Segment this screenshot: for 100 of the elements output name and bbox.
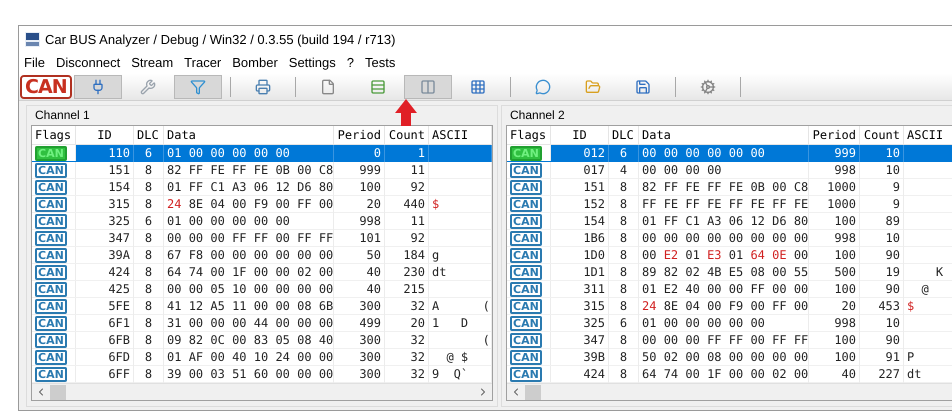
can-flag-badge: CAN (510, 214, 542, 228)
menu-item[interactable]: Bomber (232, 54, 278, 72)
can-flag-badge: CAN (35, 264, 67, 280)
table-row[interactable]: CAN 017 4 00 00 00 00 998 10 (507, 162, 952, 179)
table-row[interactable]: CAN 5FE 8 41 12 A5 11 00 00 08 6B 300 32 A ( (32, 298, 492, 315)
columns-icon (420, 78, 436, 94)
scrollbar-thumb[interactable] (50, 384, 66, 400)
table-row[interactable]: CAN 347 8 00 00 00 FF FF 00 FF FF 101 92 (32, 230, 492, 247)
scrollbar-thumb[interactable] (525, 384, 541, 400)
can-flag-badge: CAN (510, 248, 542, 262)
table-row[interactable]: CAN 6F1 8 31 00 00 00 44 00 00 00 499 20 1 D (32, 315, 492, 332)
can-flag-badge: CAN (35, 316, 67, 330)
gears-icon (700, 78, 716, 94)
filter-icon (190, 78, 206, 94)
group-title: Channel 1 (35, 108, 90, 123)
can-flag-badge: CAN (35, 366, 67, 382)
can-flag-badge: CAN (35, 298, 67, 314)
can-flag-badge: CAN (510, 350, 542, 364)
table-row[interactable]: CAN 154 8 01 FF C1 A3 06 12 D6 80 100 89 (507, 213, 952, 230)
can-flag-badge: CAN (35, 248, 67, 262)
menu-item[interactable]: Tests (365, 54, 396, 72)
menu-item[interactable]: File (24, 54, 45, 72)
column-header[interactable]: DLC (134, 126, 164, 144)
horizontal-scrollbar[interactable] (507, 383, 952, 400)
printer-icon (254, 78, 271, 94)
table-row[interactable]: CAN 6FB 8 09 82 0C 00 83 05 08 40 300 32 ( (32, 332, 492, 349)
folder-icon (584, 78, 601, 94)
column-header[interactable]: DLC (609, 126, 639, 144)
column-header[interactable]: ASCII (429, 126, 492, 144)
table-row[interactable]: CAN 325 6 01 00 00 00 00 00 998 11 (32, 213, 492, 230)
can-flag-badge: CAN (510, 230, 542, 246)
grid-icon (470, 78, 486, 94)
can-flag-badge: CAN (35, 230, 67, 246)
can-flag-badge: CAN (510, 298, 542, 314)
column-header[interactable]: Data (639, 126, 809, 144)
can-flag-badge: CAN (510, 196, 542, 212)
can-logo[interactable]: CAN (20, 74, 72, 98)
list-icon (370, 78, 386, 94)
can-flag-badge: CAN (35, 282, 67, 296)
table-row[interactable]: CAN 325 6 01 00 00 00 00 00 998 10 (507, 315, 952, 332)
toolbar-button[interactable] (174, 74, 222, 98)
table-row[interactable]: CAN 311 8 01 E2 40 00 00 FF 00 00 100 90 @ (507, 281, 952, 298)
column-header[interactable]: Data (164, 126, 334, 144)
column-header[interactable]: Flags (32, 126, 76, 144)
annotation-arrow (395, 99, 417, 126)
can-flag-badge: CAN (35, 196, 67, 212)
column-header[interactable]: Period (809, 126, 860, 144)
can-flag-badge: CAN (510, 332, 542, 348)
window-title: Car BUS Analyzer / Debug / Win32 / 0.3.55 (build 194 / r713) (45, 30, 396, 49)
column-header[interactable]: Period (334, 126, 385, 144)
can-flag-badge: CAN (35, 146, 67, 160)
can-flag-badge: CAN (35, 162, 67, 178)
can-flag-badge: CAN (510, 146, 542, 160)
can-flag-badge: CAN (35, 350, 67, 364)
can-flag-badge: CAN (510, 282, 542, 296)
horizontal-scrollbar[interactable] (32, 383, 492, 400)
table-row[interactable]: CAN 425 8 00 00 05 10 00 00 00 00 40 215 (32, 281, 492, 298)
toolbar-button[interactable] (74, 74, 122, 98)
table-row[interactable]: CAN 347 8 00 00 00 FF FF 00 FF FF 100 90 (507, 332, 952, 349)
save-icon (634, 78, 651, 94)
document-icon (320, 78, 336, 94)
table-row[interactable]: CAN 151 8 82 FF FE FF FE 0B 00 C8 999 11 (32, 162, 492, 179)
table-row[interactable]: CAN 1D0 8 00 E2 01 E3 01 64 0E 00 100 90 (507, 247, 952, 264)
table-row[interactable]: CAN 110 6 01 00 00 00 00 00 0 1 (32, 145, 492, 162)
table-row[interactable]: CAN 151 8 82 FF FE FF FE 0B 00 C8 1000 9 (507, 179, 952, 196)
table-row[interactable]: CAN 39B 8 50 02 00 08 00 00 00 00 100 91 P (507, 349, 952, 366)
menu-item[interactable]: Stream (131, 54, 174, 72)
table-row[interactable]: CAN 1D1 8 89 82 02 4B E5 08 00 55 500 19 K (507, 264, 952, 281)
menu-item[interactable]: Tracer (184, 54, 222, 72)
table-row[interactable]: CAN 39A 8 67 F8 00 00 00 00 00 00 50 184 g (32, 247, 492, 264)
table-row[interactable]: CAN 1B6 8 00 00 00 00 00 00 00 00 998 10 (507, 230, 952, 247)
table-row[interactable]: CAN 6FF 8 39 00 03 51 60 00 00 00 300 32 9 Q` (32, 366, 492, 383)
table-row[interactable]: CAN 012 6 00 00 00 00 00 00 999 10 (507, 145, 952, 162)
table-row[interactable]: CAN 315 8 24 8E 04 00 F9 00 FF 00 20 440 $ (32, 196, 492, 213)
group-title: Channel 2 (510, 108, 565, 123)
can-flag-badge: CAN (510, 162, 542, 178)
table-row[interactable]: CAN 6FD 8 01 AF 00 40 10 24 00 00 300 32 @ $ (32, 349, 492, 366)
toolbar-button[interactable] (404, 74, 452, 98)
column-header[interactable]: Flags (507, 126, 551, 144)
column-header[interactable]: ID (76, 126, 134, 144)
column-header[interactable]: ID (551, 126, 609, 144)
table-row[interactable]: CAN 424 8 64 74 00 1F 00 00 02 00 40 227 dt (507, 366, 952, 383)
table-row[interactable]: CAN 424 8 64 74 00 1F 00 00 02 00 40 230 dt (32, 264, 492, 281)
column-header[interactable]: ASCII (904, 126, 952, 144)
app-icon (25, 32, 40, 47)
column-header[interactable]: Count (860, 126, 904, 144)
wrench-icon (140, 78, 156, 94)
can-flag-badge: CAN (35, 332, 67, 348)
speech-bubble-icon (534, 78, 551, 94)
can-flag-badge: CAN (35, 214, 67, 228)
table-row[interactable]: CAN 315 8 24 8E 04 00 F9 00 FF 00 20 453 $ (507, 298, 952, 315)
can-flag-badge: CAN (510, 264, 542, 280)
can-flag-badge: CAN (510, 366, 542, 382)
menu-item[interactable]: Disconnect (56, 54, 120, 72)
can-flag-badge: CAN (510, 180, 542, 194)
can-flag-badge: CAN (35, 180, 67, 194)
menu-item[interactable]: ? (346, 54, 354, 72)
table-row[interactable]: CAN 154 8 01 FF C1 A3 06 12 D6 80 100 92 (32, 179, 492, 196)
menu-item[interactable]: Settings (288, 54, 336, 72)
table-row[interactable]: CAN 152 8 FF FE FF FE FF FE FF FE 1000 9 (507, 196, 952, 213)
